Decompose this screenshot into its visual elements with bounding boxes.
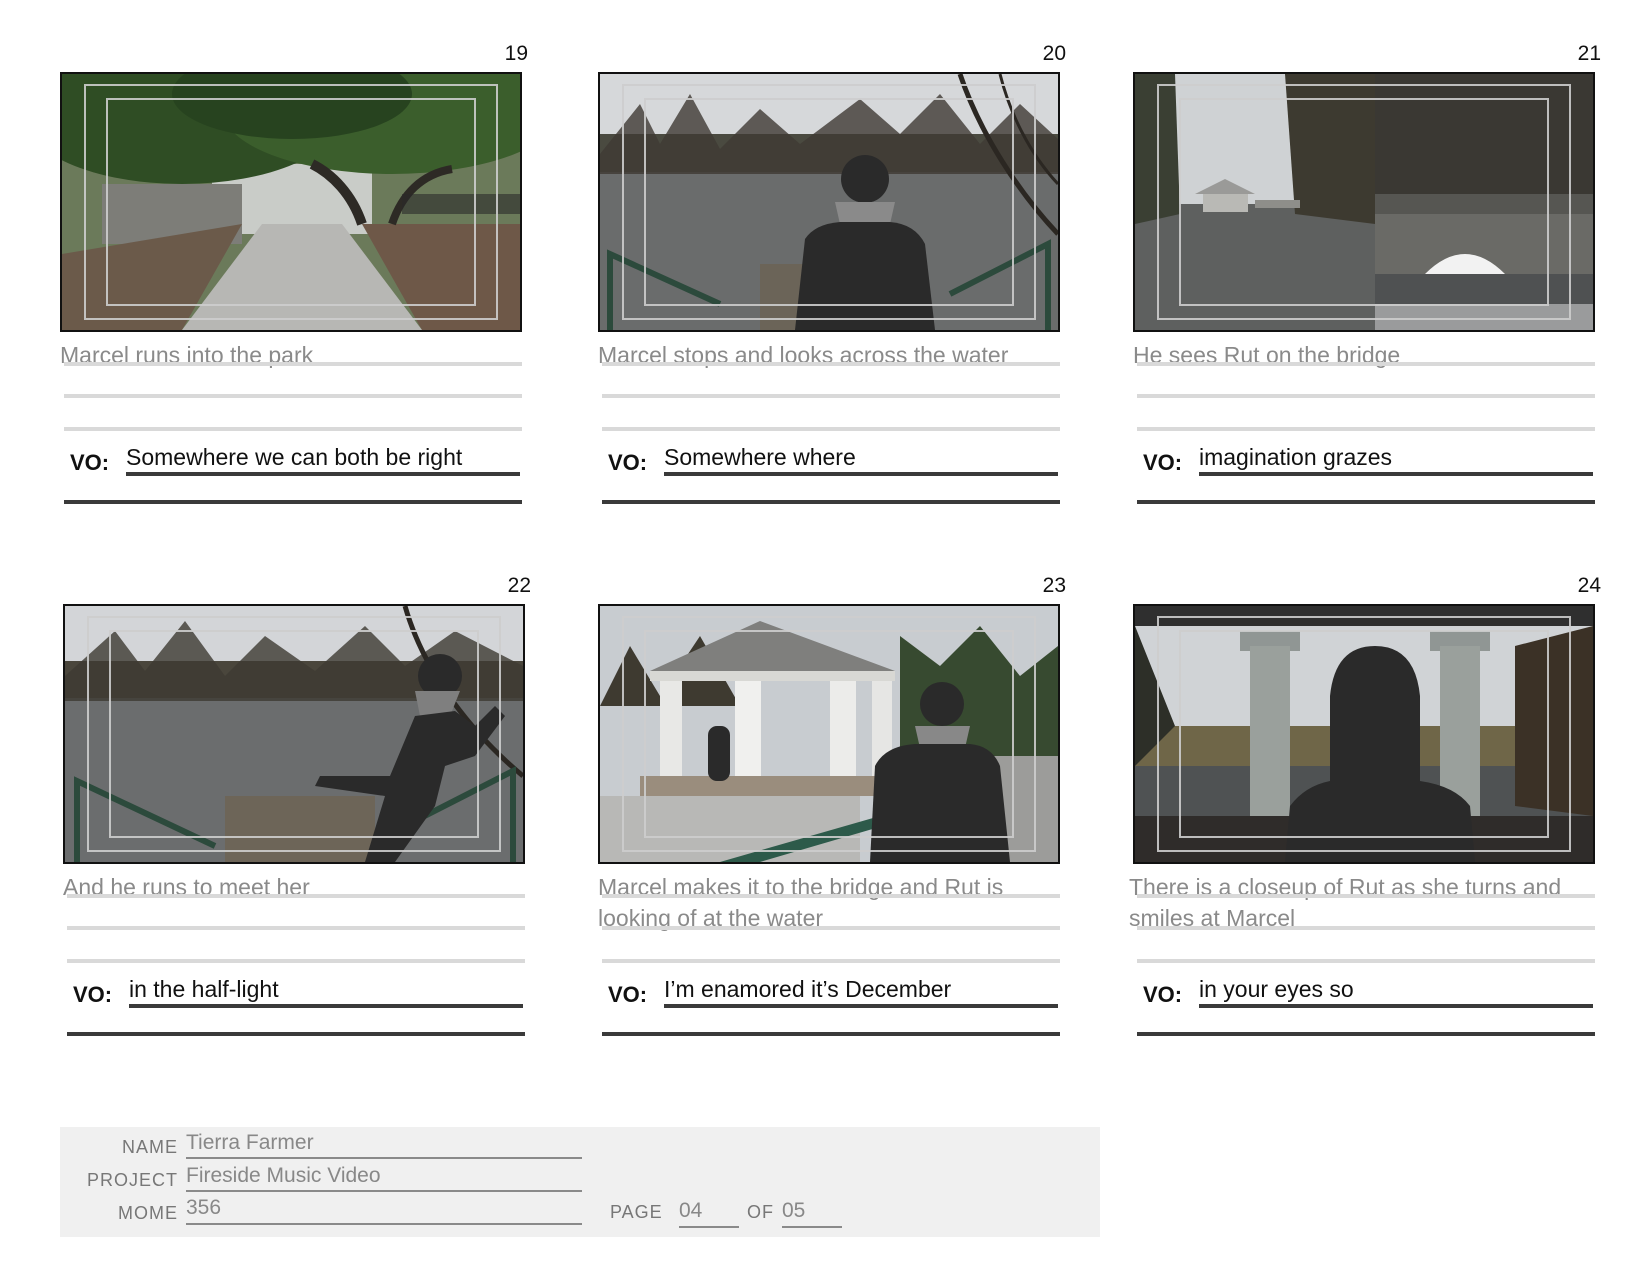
note-line: [1137, 894, 1595, 898]
note-line: [602, 427, 1060, 431]
panel-number: 19: [504, 42, 528, 65]
shot-description: Marcel runs into the park: [60, 342, 314, 368]
vo-underline: [664, 1004, 1058, 1008]
of-value: 05: [782, 1199, 806, 1222]
panel-number: 21: [1577, 42, 1601, 65]
panel-number: 23: [1042, 574, 1066, 597]
project-value: Fireside Music Video: [186, 1164, 381, 1187]
mome-label: MOME: [118, 1203, 178, 1223]
shot-description: There is a closeup of Rut as she turns a…: [1129, 874, 1562, 931]
vo-label: VO:: [70, 450, 110, 475]
vo-baseline: [602, 500, 1060, 504]
panel-image-park-path: [60, 72, 522, 332]
note-line: [602, 894, 1060, 898]
vo-text: I’m enamored it’s December: [664, 976, 952, 1002]
project-label: PROJECT: [86, 1170, 178, 1190]
vo-label: VO:: [1143, 982, 1183, 1007]
note-line: [67, 894, 525, 898]
panel-number: 24: [1577, 574, 1601, 597]
note-line: [602, 394, 1060, 398]
panel-number: 22: [507, 574, 531, 597]
vo-underline: [1199, 472, 1593, 476]
note-line: [602, 959, 1060, 963]
mome-value: 356: [186, 1196, 222, 1219]
panel-number: 20: [1042, 42, 1066, 65]
panel-image-lake-silhouette: [598, 72, 1060, 332]
note-line: [64, 394, 522, 398]
shot-description: Marcel stops and looks across the water: [598, 342, 1009, 368]
panel-image-running-figure: [63, 604, 525, 864]
vo-underline: [129, 1004, 523, 1008]
vo-text: imagination grazes: [1199, 444, 1393, 470]
vo-text: in the half-light: [129, 976, 279, 1002]
shot-description: Marcel makes it to the bridge and Rut is…: [598, 874, 1004, 931]
note-line: [1137, 959, 1595, 963]
page-value: 04: [679, 1199, 703, 1222]
vo-baseline: [1137, 500, 1595, 504]
note-line: [602, 926, 1060, 930]
vo-label: VO:: [73, 982, 113, 1007]
page-underline: [679, 1226, 739, 1228]
note-line: [1137, 427, 1595, 431]
shot-description: And he runs to meet her: [63, 874, 310, 900]
vo-baseline: [602, 1032, 1060, 1036]
of-underline: [782, 1226, 842, 1228]
vo-underline: [1199, 1004, 1593, 1008]
panel-image-gazebo: [598, 604, 1060, 864]
storyboard-footer: NAME Tierra Farmer PROJECT Fireside Musi…: [60, 1127, 1100, 1237]
vo-underline: [664, 472, 1058, 476]
note-line: [64, 362, 522, 366]
vo-label: VO:: [608, 450, 648, 475]
note-line: [67, 926, 525, 930]
vo-text: Somewhere we can both be right: [126, 444, 463, 470]
vo-text: in your eyes so: [1199, 976, 1354, 1002]
vo-label: VO:: [1143, 450, 1183, 475]
note-line: [602, 362, 1060, 366]
vo-baseline: [67, 1032, 525, 1036]
mome-underline: [186, 1223, 582, 1225]
note-line: [1137, 394, 1595, 398]
vo-underline: [126, 472, 520, 476]
vo-label: VO:: [608, 982, 648, 1007]
note-line: [1137, 362, 1595, 366]
name-label: NAME: [121, 1137, 178, 1157]
name-underline: [186, 1157, 582, 1159]
vo-baseline: [64, 500, 522, 504]
name-value: Tierra Farmer: [186, 1131, 314, 1154]
page-label: PAGE: [610, 1202, 663, 1222]
shot-description: He sees Rut on the bridge: [1133, 342, 1401, 368]
vo-baseline: [1137, 1032, 1595, 1036]
panel-image-closeup: [1133, 604, 1595, 864]
note-line: [1137, 926, 1595, 930]
vo-text: Somewhere where: [664, 444, 856, 470]
note-line: [67, 959, 525, 963]
of-label: OF: [747, 1202, 774, 1222]
panel-image-bridge: [1133, 72, 1595, 332]
project-underline: [186, 1190, 582, 1192]
note-line: [64, 427, 522, 431]
